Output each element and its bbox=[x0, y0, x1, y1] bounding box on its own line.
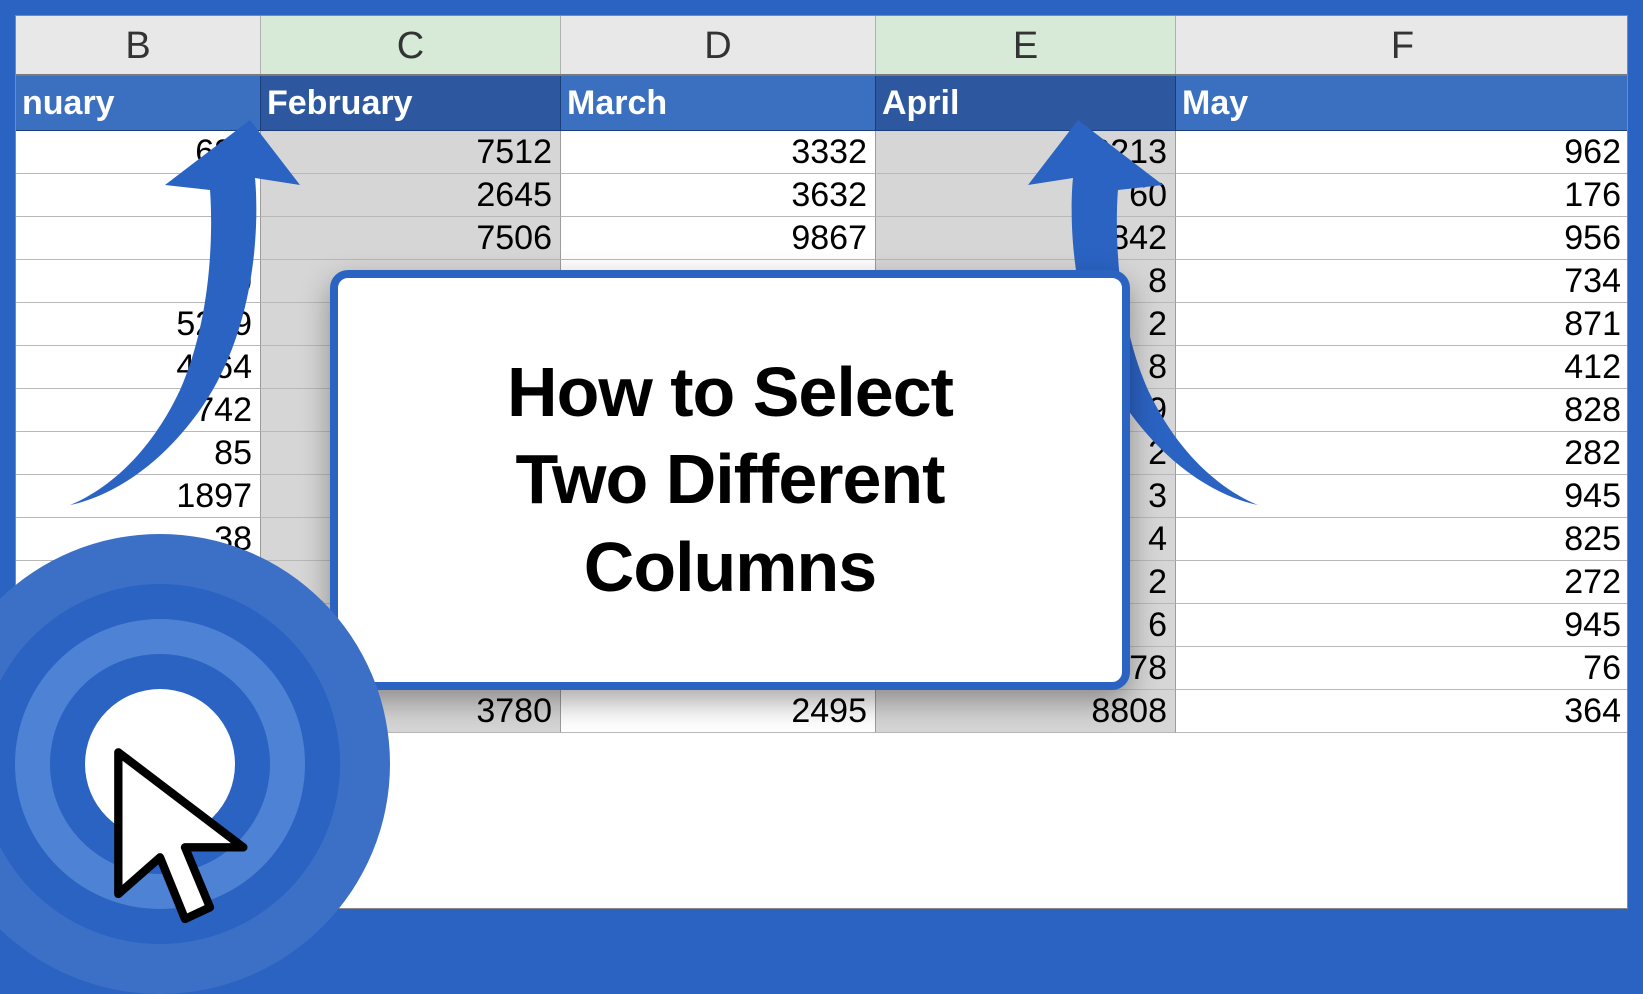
column-header-e[interactable]: E bbox=[876, 16, 1176, 74]
column-header-b[interactable]: B bbox=[16, 16, 261, 74]
column-header-c[interactable]: C bbox=[261, 16, 561, 74]
month-header-march[interactable]: March bbox=[561, 76, 876, 131]
cursor-badge bbox=[0, 534, 390, 994]
title-line-3: Columns bbox=[584, 528, 876, 606]
cell-f-12[interactable]: 76 bbox=[1176, 647, 1628, 690]
column-header-f[interactable]: F bbox=[1176, 16, 1628, 74]
cell-c-2[interactable]: 7506 bbox=[261, 217, 561, 260]
cell-f-13[interactable]: 364 bbox=[1176, 690, 1628, 733]
arrow-left-icon bbox=[40, 100, 300, 530]
cell-f-10[interactable]: 272 bbox=[1176, 561, 1628, 604]
title-line-2: Two Different bbox=[515, 440, 944, 518]
cursor-icon bbox=[100, 744, 270, 944]
cell-c-1[interactable]: 2645 bbox=[261, 174, 561, 217]
cell-f-11[interactable]: 945 bbox=[1176, 604, 1628, 647]
title-card: How to Select Two Different Columns bbox=[330, 270, 1130, 690]
column-header-d[interactable]: D bbox=[561, 16, 876, 74]
cell-c-0[interactable]: 7512 bbox=[261, 131, 561, 174]
cell-e-13[interactable]: 8808 bbox=[876, 690, 1176, 733]
title-text: How to Select Two Different Columns bbox=[507, 349, 953, 612]
month-header-february[interactable]: February bbox=[261, 76, 561, 131]
cell-d-1[interactable]: 3632 bbox=[561, 174, 876, 217]
cell-d-13[interactable]: 2495 bbox=[561, 690, 876, 733]
column-header-row: B C D E F bbox=[16, 16, 1627, 76]
title-line-1: How to Select bbox=[507, 353, 953, 431]
cell-d-0[interactable]: 3332 bbox=[561, 131, 876, 174]
cell-d-2[interactable]: 9867 bbox=[561, 217, 876, 260]
frame: B C D E F nuary February March April May… bbox=[0, 0, 1643, 924]
